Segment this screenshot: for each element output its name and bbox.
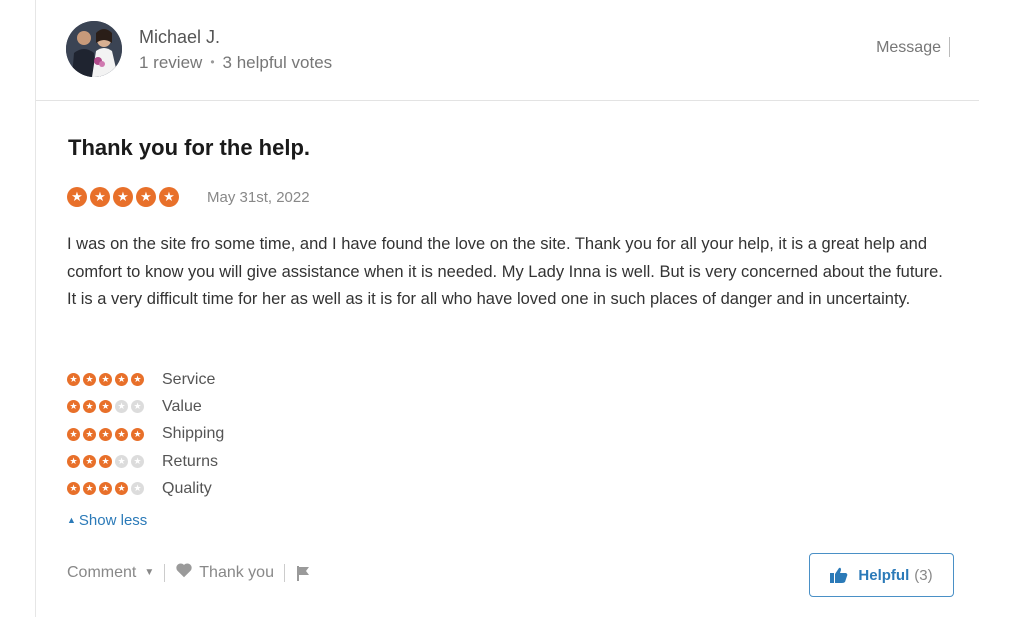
star-filled-icon: ★ — [99, 455, 112, 469]
review-body: I was on the site fro some time, and I h… — [67, 235, 943, 308]
rating-label: Service — [162, 370, 216, 388]
comment-label: Comment — [67, 563, 137, 581]
star-filled-icon: ★ — [115, 373, 128, 387]
helpful-count: (3) — [914, 566, 933, 584]
message-separator — [949, 37, 950, 57]
avatar[interactable] — [66, 21, 122, 77]
star-filled-icon: ★ — [99, 427, 112, 441]
thumbs-up-icon — [830, 567, 848, 583]
rating-row: ★ ★ ★ ★ ★ Service — [67, 366, 224, 393]
caret-up-icon: ▲ — [67, 515, 76, 525]
star-filled-icon: ★ — [83, 455, 96, 469]
heart-icon — [175, 562, 193, 583]
rating-label: Shipping — [162, 425, 225, 443]
action-separator — [283, 563, 285, 582]
message-link[interactable]: Message — [876, 39, 941, 57]
star-empty-icon: ★ — [131, 400, 144, 414]
rating-stars: ★ ★ ★ ★ ★ — [67, 482, 162, 496]
rating-label: Quality — [162, 479, 212, 497]
star-filled-icon: ★ — [115, 482, 128, 496]
star-filled-icon: ★ — [131, 373, 144, 387]
flag-button[interactable] — [295, 565, 311, 581]
star-filled-icon: ★ — [67, 482, 80, 496]
reviewer-meta: 1 review • 3 helpful votes — [139, 53, 332, 73]
star-filled-icon: ★ — [115, 427, 128, 441]
rating-row: ★ ★ ★ ★ ★ Quality — [67, 475, 224, 502]
separator-dot: • — [210, 55, 215, 69]
thank-you-label: Thank you — [199, 563, 274, 581]
star-filled-icon: ★ — [99, 482, 112, 496]
show-less-label: Show less — [78, 512, 148, 529]
star-filled-icon: ★ — [159, 187, 179, 207]
action-separator — [164, 563, 166, 582]
helpful-label: Helpful — [858, 566, 910, 584]
rating-stars: ★ ★ ★ ★ ★ — [67, 455, 162, 469]
avatar-photo-icon — [66, 21, 122, 77]
star-empty-icon: ★ — [131, 482, 144, 496]
helpful-button[interactable]: Helpful (3) — [809, 553, 954, 597]
star-empty-icon: ★ — [131, 455, 144, 469]
review-actions: Comment ▼ Thank you — [67, 562, 311, 583]
review-page: Michael J. 1 review • 3 helpful votes Mess… — [0, 0, 1024, 617]
star-filled-icon: ★ — [90, 187, 110, 207]
review-title: Thank you for the help. — [68, 135, 311, 160]
review-count: 1 review — [139, 53, 203, 72]
thank-you-button[interactable]: Thank you — [175, 562, 274, 583]
star-filled-icon: ★ — [113, 187, 133, 207]
rating-stars: ★ ★ ★ ★ ★ — [67, 373, 162, 387]
star-filled-icon: ★ — [83, 482, 96, 496]
star-filled-icon: ★ — [67, 400, 80, 414]
rating-row: ★ ★ ★ ★ ★ Returns — [67, 448, 224, 475]
star-filled-icon: ★ — [67, 455, 80, 469]
category-ratings: ★ ★ ★ ★ ★ Service ★ ★ ★ ★ ★ Value ★ ★ ★ ★ ★ Shipping ★ ★ ★ ★ ★… — [67, 366, 224, 502]
star-empty-icon: ★ — [115, 455, 128, 469]
star-filled-icon: ★ — [83, 373, 96, 387]
star-filled-icon: ★ — [67, 187, 87, 207]
chevron-down-icon: ▼ — [144, 567, 155, 578]
star-filled-icon: ★ — [99, 373, 112, 387]
star-filled-icon: ★ — [83, 427, 96, 441]
rating-label: Returns — [162, 452, 219, 470]
star-filled-icon: ★ — [67, 373, 80, 387]
rating-row: ★ ★ ★ ★ ★ Shipping — [67, 421, 224, 448]
star-filled-icon: ★ — [131, 427, 144, 441]
reviewer-header: Michael J. 1 review • 3 helpful votes Mess… — [36, 0, 979, 101]
rating-stars: ★ ★ ★ ★ ★ — [67, 400, 162, 414]
star-empty-icon: ★ — [115, 400, 128, 414]
comment-button[interactable]: Comment ▼ — [67, 564, 154, 582]
helpful-votes: 3 helpful votes — [222, 53, 333, 72]
show-less-link[interactable]: ▲ Show less — [67, 512, 147, 529]
rating-row: ★ ★ ★ ★ ★ Value — [67, 393, 224, 420]
star-filled-icon: ★ — [67, 427, 80, 441]
star-filled-icon: ★ — [136, 187, 156, 207]
star-filled-icon: ★ — [83, 400, 96, 414]
flag-icon — [296, 565, 309, 581]
star-filled-icon: ★ — [99, 400, 112, 414]
review-date: May 31st, 2022 — [207, 189, 310, 206]
rating-label: Value — [162, 397, 202, 415]
overall-rating: ★ ★ ★ ★ ★ — [67, 187, 179, 207]
rating-stars: ★ ★ ★ ★ ★ — [67, 427, 162, 441]
reviewer-name[interactable]: Michael J. — [139, 27, 220, 48]
